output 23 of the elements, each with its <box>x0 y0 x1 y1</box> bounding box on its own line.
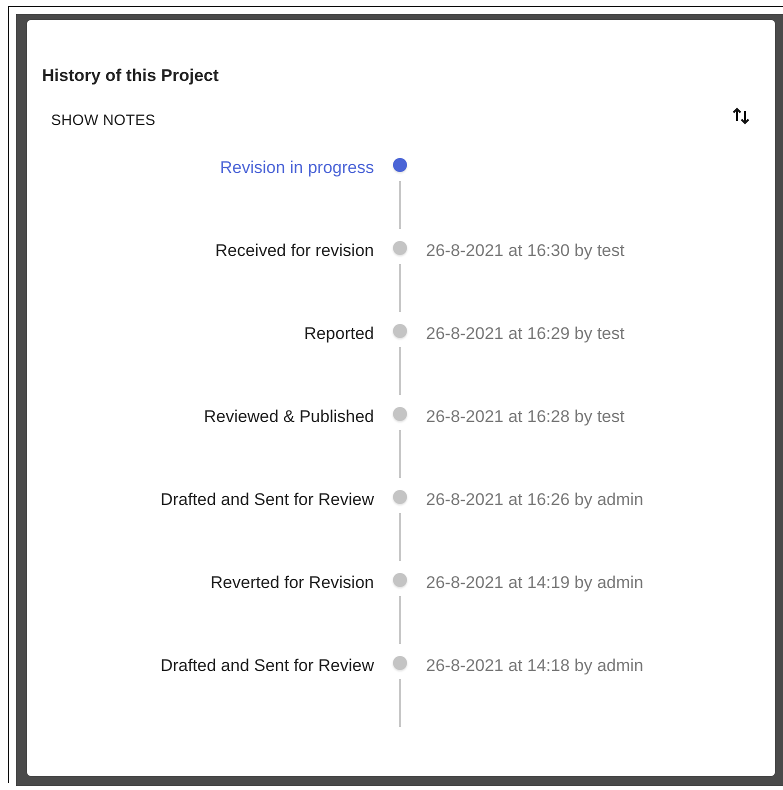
timeline-dot <box>393 324 407 338</box>
card-title: History of this Project <box>42 66 220 86</box>
status-label: Reviewed & Published <box>202 406 374 428</box>
timeline-dot <box>393 158 407 172</box>
status-label: Received for revision <box>214 240 374 262</box>
timeline-dot <box>393 407 407 421</box>
timeline-dot <box>393 490 407 504</box>
timeline-dot <box>393 656 407 670</box>
status-label: Reported <box>303 323 374 345</box>
timestamp-text: 26-8-2021 at 16:29 by test <box>426 324 624 343</box>
timeline-dot <box>393 241 407 255</box>
sort-icon[interactable] <box>732 106 750 126</box>
status-label: Reverted for Revision <box>210 572 374 594</box>
timestamp-text: 26-8-2021 at 16:28 by test <box>426 407 624 426</box>
timestamp-text: 26-8-2021 at 14:18 by admin <box>426 656 644 675</box>
show-notes-button[interactable]: SHOW NOTES <box>51 112 156 129</box>
timestamp-text: 26-8-2021 at 16:26 by admin <box>426 490 644 509</box>
timestamp-text: 26-8-2021 at 14:19 by admin <box>426 573 644 592</box>
status-label: Drafted and Sent for Review <box>159 489 374 511</box>
timeline-dot <box>393 573 407 587</box>
status-label: Drafted and Sent for Review <box>159 655 374 677</box>
status-label: Revision in progress <box>218 157 374 179</box>
timestamp-text: 26-8-2021 at 16:30 by test <box>426 241 624 260</box>
